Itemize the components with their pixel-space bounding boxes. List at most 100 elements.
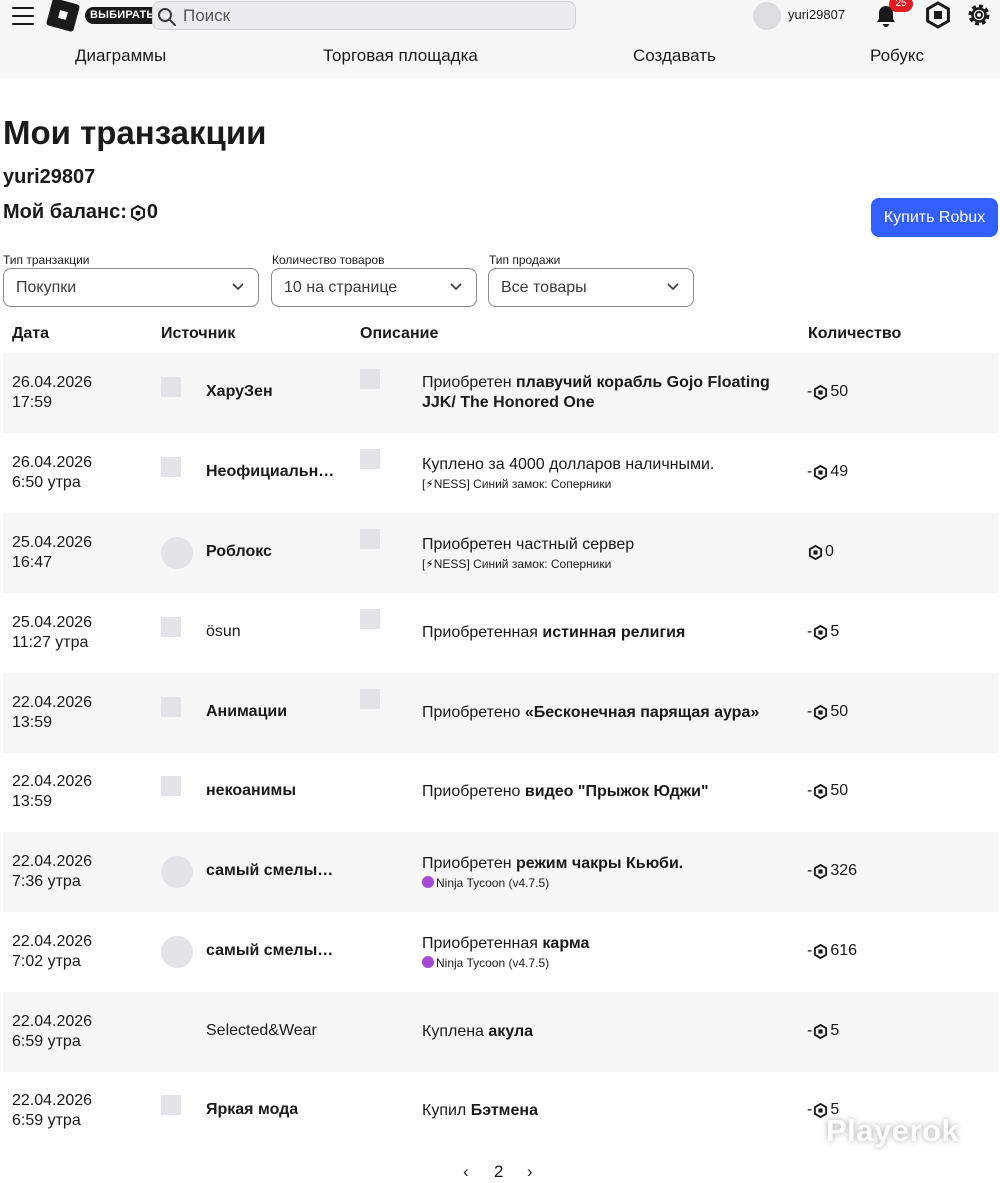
- row-amount: -616: [807, 942, 858, 959]
- experience-link[interactable]: [⚡NESS] Синий замок: Соперники: [422, 555, 792, 573]
- balance: Мой баланс: 0: [3, 201, 158, 224]
- row-amount: -50: [807, 703, 849, 720]
- source-link[interactable]: самый смелый ниндзя: [206, 862, 342, 880]
- row-date: 22.04.2026 6:59 утра: [12, 1092, 93, 1129]
- row-description: Куплено за 4000 долларов наличными. [⚡NES…: [422, 455, 792, 493]
- row-date: 25.04.2026 11:27 утра: [12, 614, 93, 651]
- menu-icon[interactable]: [12, 7, 34, 25]
- page-username: yuri29807: [3, 166, 96, 188]
- column-header-description: Описание: [360, 325, 439, 342]
- robux-icon: [814, 1023, 828, 1039]
- items-per-page-select[interactable]: 10 на странице: [271, 268, 477, 307]
- prev-page-button[interactable]: ‹: [463, 1162, 469, 1182]
- robux-icon: [814, 863, 828, 879]
- filter-label-transaction-type: Тип транзакции: [3, 253, 90, 267]
- nav-marketplace[interactable]: Торговая площадка: [323, 46, 478, 66]
- source-avatar: [161, 537, 193, 569]
- chevron-down-icon: [232, 283, 244, 291]
- source-thumbnail: [161, 617, 181, 637]
- source-link[interactable]: Роблокс: [206, 543, 272, 561]
- source-thumbnail: [161, 377, 181, 397]
- row-amount: -49: [807, 463, 849, 480]
- table-row: 22.04.20267:36 утра самый смелый ниндзя …: [3, 832, 998, 912]
- robux-icon: [814, 384, 828, 400]
- table-row: 22.04.2026 13:59 Анимации Приобретено «Бе…: [3, 673, 998, 753]
- experience-link[interactable]: Ninja Tycoon (v4.7.5): [436, 876, 549, 890]
- table-row: 25.04.2026 11:27 утра ösun Приобретенная …: [3, 593, 998, 673]
- source-link[interactable]: некоанимы: [206, 782, 296, 800]
- source-avatar: [161, 856, 193, 888]
- item-link[interactable]: режим чакры Кьюби.: [516, 855, 683, 872]
- search-icon: [158, 8, 176, 26]
- experience-link[interactable]: Ninja Tycoon (v4.7.5): [436, 956, 549, 970]
- user-avatar[interactable]: [753, 2, 781, 30]
- row-description: Приобретенная истинная религия: [422, 624, 686, 641]
- choose-badge[interactable]: ВЫБИРАТЬ: [85, 7, 160, 24]
- nav-create[interactable]: Создавать: [633, 46, 716, 66]
- row-date: 25.04.2026 16:47: [12, 534, 93, 571]
- source-link[interactable]: Selected&Wear: [206, 1022, 317, 1040]
- nav-robux[interactable]: Робукс: [870, 46, 924, 66]
- row-description: Приобретен частный сервер [⚡NESS] Синий з…: [422, 535, 792, 573]
- source-link[interactable]: ХаруЗен: [206, 383, 273, 401]
- row-amount: 0: [807, 543, 834, 561]
- filter-label-items-count: Количество товаров: [272, 253, 385, 267]
- buy-robux-button[interactable]: Купить Robux: [871, 198, 998, 237]
- robux-icon[interactable]: [924, 1, 952, 29]
- current-page: 2: [494, 1162, 504, 1181]
- column-header-source: Источник: [161, 325, 236, 342]
- row-description: Куплена акула: [422, 1023, 534, 1040]
- row-amount: -5: [807, 1022, 840, 1039]
- experience-icon: [422, 956, 434, 968]
- item-thumbnail: [360, 369, 380, 389]
- watermark: Playerok: [826, 1113, 960, 1148]
- next-page-button[interactable]: ›: [527, 1162, 533, 1182]
- chevron-down-icon: [450, 283, 462, 291]
- robux-icon: [130, 204, 145, 221]
- roblox-logo-icon[interactable]: [45, 0, 81, 33]
- source-link[interactable]: Яркая мода: [206, 1101, 298, 1119]
- table-row: 25.04.2026 16:47 Роблокс Приобретен частн…: [3, 513, 998, 593]
- item-link[interactable]: карма: [542, 935, 589, 952]
- table-row: 26.04.20266:50 утра Неофициальный магази…: [3, 433, 998, 513]
- source-link[interactable]: ösun: [206, 623, 241, 641]
- row-date: 22.04.2026 13:59: [12, 773, 93, 810]
- source-link[interactable]: Анимации: [206, 703, 287, 721]
- row-description: Приобретен режим чакры Кьюби. Ninja Tycoo…: [422, 855, 684, 890]
- row-date: 26.04.2026 17:59: [12, 374, 93, 411]
- header-username[interactable]: yuri29807: [788, 7, 845, 22]
- column-header-date: Дата: [12, 325, 50, 342]
- row-description: Приобретено видео "Прыжок Юджи": [422, 783, 709, 800]
- filter-label-sale-type: Тип продажи: [489, 253, 561, 267]
- experience-link[interactable]: [⚡NESS] Синий замок: Соперники: [422, 475, 792, 493]
- item-link[interactable]: истинная религия: [542, 624, 685, 641]
- transaction-type-select[interactable]: Покупки: [3, 268, 259, 307]
- item-thumbnail: [360, 529, 380, 549]
- table-row: 22.04.2026 6:59 утра Selected&Wear Куплен…: [3, 992, 998, 1072]
- nav-charts[interactable]: Диаграммы: [75, 46, 166, 66]
- balance-value: 0: [146, 201, 159, 223]
- item-link[interactable]: Бэтмена: [471, 1102, 538, 1119]
- search-input[interactable]: [183, 4, 563, 28]
- item-link[interactable]: акула: [488, 1023, 533, 1040]
- item-thumbnail: [360, 609, 380, 629]
- search-bar[interactable]: [152, 1, 576, 30]
- item-thumbnail: [360, 449, 380, 469]
- row-date: 26.04.2026 6:50 утра: [12, 454, 93, 491]
- robux-icon: [814, 624, 828, 640]
- balance-label: Мой баланс:: [3, 201, 127, 223]
- item-link[interactable]: видео "Прыжок Юджи": [525, 783, 709, 800]
- source-link[interactable]: Неофициальный магазин: [206, 463, 346, 481]
- robux-icon: [814, 704, 828, 720]
- experience-icon: [422, 876, 434, 888]
- row-date: 22.04.2026 7:02 утра: [12, 933, 93, 970]
- gear-icon[interactable]: [965, 1, 993, 29]
- row-description: Приобретен плавучий корабль Gojo Floatin…: [422, 374, 770, 411]
- source-thumbnail: [161, 776, 181, 796]
- item-link[interactable]: «Бесконечная парящая аура»: [525, 704, 759, 721]
- robux-icon: [814, 943, 828, 959]
- table-row: 22.04.20267:02 утра самый смелый ниндзя …: [3, 912, 998, 992]
- source-link[interactable]: самый смелый ниндзя: [206, 942, 342, 960]
- page-title: Мои транзакции: [3, 114, 267, 151]
- sale-type-select[interactable]: Все товары: [488, 268, 694, 307]
